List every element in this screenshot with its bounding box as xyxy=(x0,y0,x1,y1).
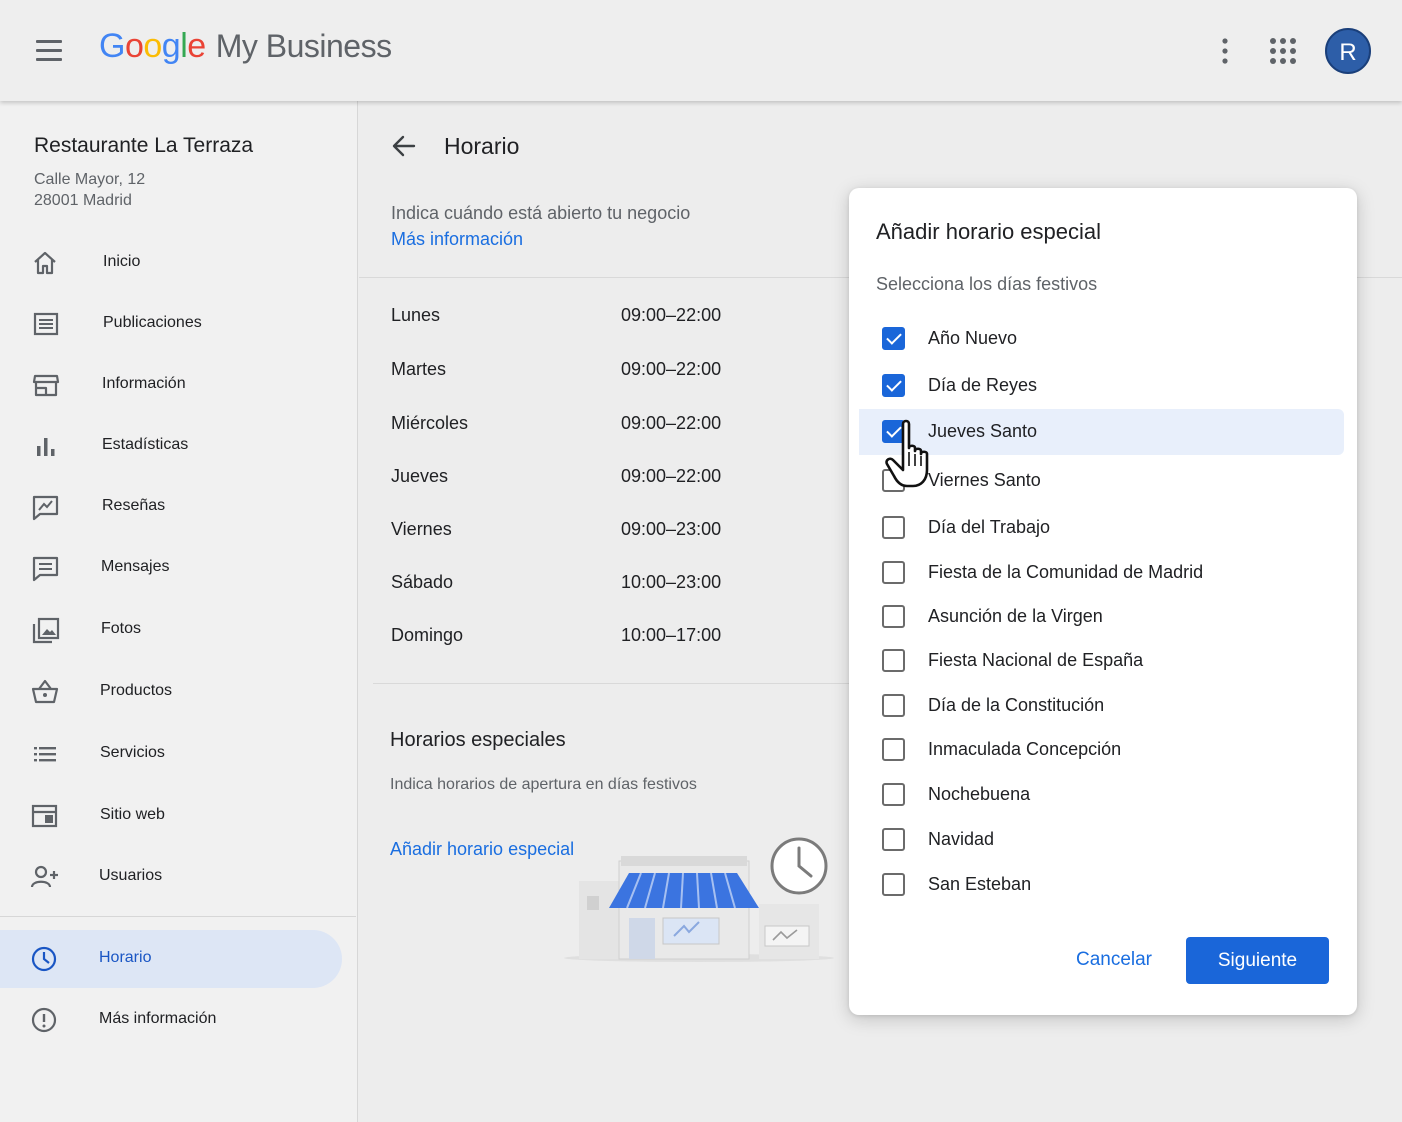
sidebar-item-horario[interactable]: Horario xyxy=(0,930,342,988)
day-label: Viernes xyxy=(391,519,452,539)
sidebar-item-sitio-web[interactable]: Sitio web xyxy=(0,787,342,845)
add-special-hours-dialog: Añadir horario especial Selecciona los d… xyxy=(849,188,1357,1015)
sidebar-item-estadisticas[interactable]: Estadísticas xyxy=(0,417,342,475)
hours-row[interactable]: Martes 09:00–22:00 xyxy=(391,355,811,385)
account-avatar[interactable]: R xyxy=(1325,28,1371,74)
sidebar-item-mas-informacion[interactable]: Más información xyxy=(0,991,342,1049)
sidebar-item-informacion[interactable]: Información xyxy=(0,356,342,414)
hours-value: 10:00–17:00 xyxy=(621,625,722,645)
holiday-option[interactable]: Día de la Constitución xyxy=(849,683,1344,727)
page-title: Horario xyxy=(444,133,520,159)
sidebar-item-productos[interactable]: Productos xyxy=(0,663,342,721)
cancel-button[interactable]: Cancelar xyxy=(1059,938,1169,982)
day-label: Miércoles xyxy=(391,413,469,433)
hours-value: 09:00–23:00 xyxy=(621,519,722,539)
checkbox-checked[interactable] xyxy=(882,327,905,350)
checkbox[interactable] xyxy=(882,649,905,672)
page-description: Indica cuándo está abierto tu negocio xyxy=(391,203,691,223)
clock-icon xyxy=(30,945,60,973)
hours-value: 10:00–23:00 xyxy=(621,572,722,592)
checkbox[interactable] xyxy=(882,738,905,761)
holiday-option[interactable]: Asunción de la Virgen xyxy=(849,594,1344,638)
day-label: Domingo xyxy=(391,625,464,645)
list-icon xyxy=(30,740,60,768)
checkbox[interactable] xyxy=(882,828,905,851)
dialog-subtitle: Selecciona los días festivos xyxy=(876,274,1098,294)
day-label: Lunes xyxy=(391,305,441,325)
more-info-link[interactable]: Más información xyxy=(391,229,523,250)
next-button[interactable]: Siguiente xyxy=(1186,937,1329,984)
website-icon xyxy=(30,802,60,830)
sidebar-item-mensajes[interactable]: Mensajes xyxy=(0,539,342,597)
holiday-option[interactable]: Navidad xyxy=(849,817,1344,861)
hamburger-menu-icon[interactable] xyxy=(30,34,68,68)
photos-icon xyxy=(30,616,60,644)
checkbox[interactable] xyxy=(882,516,905,539)
checkbox[interactable] xyxy=(882,561,905,584)
hours-row[interactable]: Domingo 10:00–17:00 xyxy=(391,621,811,651)
checkbox[interactable] xyxy=(882,873,905,896)
holiday-option[interactable]: Nochebuena xyxy=(849,772,1344,816)
hours-row[interactable]: Viernes 09:00–23:00 xyxy=(391,515,811,545)
business-name: Restaurante La Terraza xyxy=(34,134,254,157)
day-label: Jueves xyxy=(391,466,449,486)
sidebar-item-inicio[interactable]: Inicio xyxy=(0,234,342,292)
back-arrow-icon[interactable] xyxy=(389,131,419,161)
divider xyxy=(373,683,853,684)
dialog-title: Añadir horario especial xyxy=(876,219,1102,244)
checkbox-checked[interactable] xyxy=(882,374,905,397)
storefront-clock-illustration xyxy=(564,837,834,962)
product-name: My Business xyxy=(215,28,392,64)
sidebar-item-fotos[interactable]: Fotos xyxy=(0,601,342,659)
special-hours-title: Horarios especiales xyxy=(390,729,566,751)
reviews-icon xyxy=(30,493,60,521)
hours-row[interactable]: Jueves 09:00–22:00 xyxy=(391,462,811,492)
hours-row[interactable]: Miércoles 09:00–22:00 xyxy=(391,409,811,439)
basket-icon xyxy=(30,678,60,706)
info-icon xyxy=(30,1006,60,1034)
holiday-option[interactable]: Día del Trabajo xyxy=(849,505,1344,549)
sidebar-item-resenas[interactable]: Reseñas xyxy=(0,478,342,536)
holiday-option[interactable]: Día de Reyes xyxy=(849,363,1344,407)
add-user-icon xyxy=(30,863,60,891)
day-label: Sábado xyxy=(391,572,454,592)
hours-value: 09:00–22:00 xyxy=(621,466,722,486)
message-icon xyxy=(30,554,60,582)
holiday-option[interactable]: Año Nuevo xyxy=(849,316,1344,360)
holiday-option[interactable]: Fiesta Nacional de España xyxy=(849,638,1344,682)
sidebar-divider xyxy=(0,916,356,917)
hours-row[interactable]: Lunes 09:00–22:00 xyxy=(391,301,811,331)
hours-value: 09:00–22:00 xyxy=(621,305,722,325)
holiday-option[interactable]: Fiesta de la Comunidad de Madrid xyxy=(849,550,1344,594)
checkbox[interactable] xyxy=(882,605,905,628)
holiday-option[interactable]: San Esteban xyxy=(849,862,1344,906)
checkbox[interactable] xyxy=(882,783,905,806)
more-vert-icon[interactable] xyxy=(1210,34,1240,68)
day-label: Martes xyxy=(391,359,447,379)
sidebar-item-publicaciones[interactable]: Publicaciones xyxy=(0,295,342,353)
business-address: Calle Mayor, 12 28001 Madrid xyxy=(34,171,146,209)
posts-icon xyxy=(30,310,60,338)
holiday-option[interactable]: Inmaculada Concepción xyxy=(849,727,1344,771)
home-icon xyxy=(30,249,60,277)
hours-value: 09:00–22:00 xyxy=(621,359,722,379)
sidebar-item-servicios[interactable]: Servicios xyxy=(0,725,342,783)
sidebar: Restaurante La Terraza Calle Mayor, 12 2… xyxy=(0,101,358,1122)
hours-value: 09:00–22:00 xyxy=(621,413,722,433)
bar-chart-icon xyxy=(30,432,60,460)
top-app-bar: Google My Business R xyxy=(0,0,1402,101)
storefront-icon xyxy=(30,371,60,399)
apps-grid-icon[interactable] xyxy=(1266,34,1300,68)
sidebar-item-usuarios[interactable]: Usuarios xyxy=(0,848,342,906)
add-special-hours-link[interactable]: Añadir horario especial xyxy=(390,839,574,860)
brand-logo[interactable]: Google My Business xyxy=(99,27,392,66)
hours-row[interactable]: Sábado 10:00–23:00 xyxy=(391,568,811,598)
special-hours-description: Indica horarios de apertura en días fest… xyxy=(390,776,697,793)
checkbox[interactable] xyxy=(882,694,905,717)
hand-pointer-cursor-icon xyxy=(885,419,929,488)
